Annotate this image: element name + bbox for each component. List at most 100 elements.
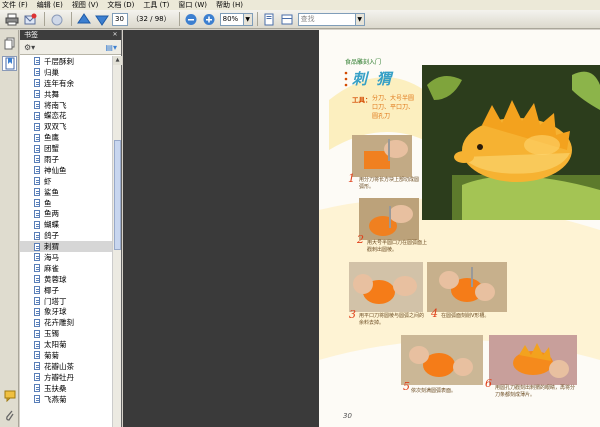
pages-icon[interactable]	[2, 36, 17, 51]
bookmark-label: 椰子	[44, 285, 59, 295]
bookmark-page-icon	[34, 111, 40, 120]
bookmark-item[interactable]: 鸽子	[20, 230, 112, 241]
print-icon[interactable]	[4, 12, 19, 27]
bookmark-item[interactable]: 雨子	[20, 154, 112, 165]
zoom-dropdown-icon[interactable]: ▼	[243, 12, 253, 26]
menu-edit[interactable]: 编辑 (E)	[37, 0, 63, 10]
bookmark-item[interactable]: 花瓣山茶	[20, 361, 112, 372]
bookmark-item[interactable]: 双双飞	[20, 121, 112, 132]
bookmark-item[interactable]: 花卉雕刻	[20, 317, 112, 328]
bookmark-item[interactable]: 象牙球	[20, 306, 112, 317]
attachments-icon[interactable]	[2, 408, 17, 423]
bookmark-item[interactable]: 黄蓉球	[20, 274, 112, 285]
bookmark-page-icon	[34, 79, 40, 88]
document-view[interactable]: 食品雕刻入门 刺 猬 工具： 分刀、大号半圆口刀、平口刀、圆孔刀 1 用分刀将长…	[123, 30, 600, 427]
fit-page-icon[interactable]	[262, 12, 277, 27]
bookmark-item[interactable]: 太阳菊	[20, 339, 112, 350]
bookmark-label: 鸽子	[44, 231, 59, 241]
bookmark-label: 刺猬	[44, 242, 59, 252]
page-number-input[interactable]: 30	[112, 12, 128, 26]
bookmark-label: 玉扶桑	[44, 383, 67, 393]
bookmark-label: 千层酥刺	[44, 56, 74, 66]
bookmark-page-icon	[34, 286, 40, 295]
bookmark-page-icon	[34, 242, 40, 251]
bookmark-item[interactable]: 虾	[20, 176, 112, 187]
bookmark-item[interactable]: 麻雀	[20, 263, 112, 274]
bookmarks-list: 千层酥刺 归巢 连年有余 共舞 将南飞 蝶恋花 双双飞 鱼鹰 团蟹 雨子 神仙鱼虾鲨鱼鱼鱼两 蝴蝶 鸽子…	[20, 56, 112, 427]
options-gear-icon[interactable]: ⚙▾	[24, 43, 35, 52]
bookmark-item[interactable]: 连年有余	[20, 78, 112, 89]
menu-window[interactable]: 窗口 (W)	[178, 0, 207, 10]
bookmark-item[interactable]: 方瓣牡丹	[20, 372, 112, 383]
tools-text: 分刀、大号半圆口刀、平口刀、圆孔刀	[372, 95, 415, 120]
bookmark-item[interactable]: 将南飞	[20, 100, 112, 111]
bookmark-page-icon	[34, 90, 40, 99]
bookmark-item[interactable]: 蝶恋花	[20, 110, 112, 121]
scrollbar-thumb[interactable]	[114, 140, 121, 250]
bookmark-page-icon	[34, 384, 40, 393]
bookmark-label: 虾	[44, 176, 52, 186]
bookmark-item[interactable]: 鱼两	[20, 208, 112, 219]
zoom-out-icon[interactable]	[184, 12, 199, 27]
bookmark-label: 鱼	[44, 198, 52, 208]
menu-file[interactable]: 文件 (F)	[2, 0, 28, 10]
menu-help[interactable]: 帮助 (H)	[216, 0, 243, 10]
bookmark-page-icon	[34, 275, 40, 284]
bookmark-item[interactable]: 菊菊	[20, 350, 112, 361]
bookmark-item[interactable]: 门塔丁	[20, 296, 112, 307]
step-4-photo	[427, 262, 507, 312]
bookmark-item[interactable]: 归巢	[20, 67, 112, 78]
scroll-up-icon[interactable]: ▲	[113, 56, 122, 65]
bookmark-item[interactable]: 椰子	[20, 285, 112, 296]
hand-tool-icon[interactable]	[49, 12, 64, 27]
bookmark-item[interactable]: 共舞	[20, 89, 112, 100]
bookmark-page-icon	[34, 209, 40, 218]
comments-icon[interactable]	[2, 388, 17, 403]
menu-view[interactable]: 视图 (V)	[72, 0, 98, 10]
zoom-in-icon[interactable]	[202, 12, 217, 27]
bookmark-item[interactable]: 玉扶桑	[20, 383, 112, 394]
bookmark-label: 门塔丁	[44, 296, 67, 306]
bookmark-page-icon	[34, 57, 40, 66]
bookmark-label: 团蟹	[44, 144, 59, 154]
bookmark-item[interactable]: 神仙鱼	[20, 165, 112, 176]
search-input[interactable]: 查找	[297, 12, 356, 26]
bookmarks-icon[interactable]	[2, 56, 17, 71]
bookmark-item[interactable]: 鱼鹰	[20, 132, 112, 143]
bookmark-page-icon	[34, 68, 40, 77]
bookmark-page-icon	[34, 318, 40, 327]
bookmark-item[interactable]: 海马	[20, 252, 112, 263]
bookmarks-scrollbar[interactable]: ▲	[112, 56, 122, 427]
bookmark-page-icon	[34, 340, 40, 349]
bookmark-page-icon	[34, 122, 40, 131]
bookmark-label: 蝶恋花	[44, 111, 67, 121]
bookmark-item[interactable]: 千层酥刺	[20, 56, 112, 67]
bookmark-label: 花瓣山茶	[44, 361, 74, 371]
bookmark-item[interactable]: 飞燕菊	[20, 394, 112, 405]
bookmark-item[interactable]: 团蟹	[20, 143, 112, 154]
bookmark-label: 共舞	[44, 89, 59, 99]
zoom-input[interactable]: 80%	[219, 12, 244, 26]
email-icon[interactable]	[22, 12, 37, 27]
bookmark-label: 归巢	[44, 67, 59, 77]
step-3-number: 3	[349, 308, 356, 321]
step-1-photo	[352, 135, 412, 177]
bookmarks-panel-header: 书签 ✕	[20, 30, 121, 40]
search-dropdown-icon[interactable]: ▼	[355, 12, 365, 26]
fit-width-icon[interactable]	[280, 12, 295, 27]
previous-page-icon[interactable]	[76, 12, 91, 27]
step-5-photo	[401, 335, 483, 385]
menu-tools[interactable]: 工具 (T)	[143, 0, 169, 10]
bookmark-item[interactable]: 鱼	[20, 198, 112, 209]
bookmark-item[interactable]: 刺猬	[20, 241, 112, 253]
new-bookmark-icon[interactable]: ▤▾	[105, 43, 117, 52]
next-page-icon[interactable]	[94, 12, 109, 27]
bookmark-item[interactable]: 鲨鱼	[20, 187, 112, 198]
decoration-dots	[344, 71, 348, 87]
bookmark-item[interactable]: 蝴蝶	[20, 219, 112, 230]
close-panel-icon[interactable]: ✕	[111, 31, 119, 39]
bookmark-item[interactable]: 玉镯	[20, 328, 112, 339]
bookmark-label: 鲨鱼	[44, 187, 59, 197]
menu-document[interactable]: 文档 (D)	[107, 0, 134, 10]
bookmark-label: 鱼鹰	[44, 133, 59, 143]
